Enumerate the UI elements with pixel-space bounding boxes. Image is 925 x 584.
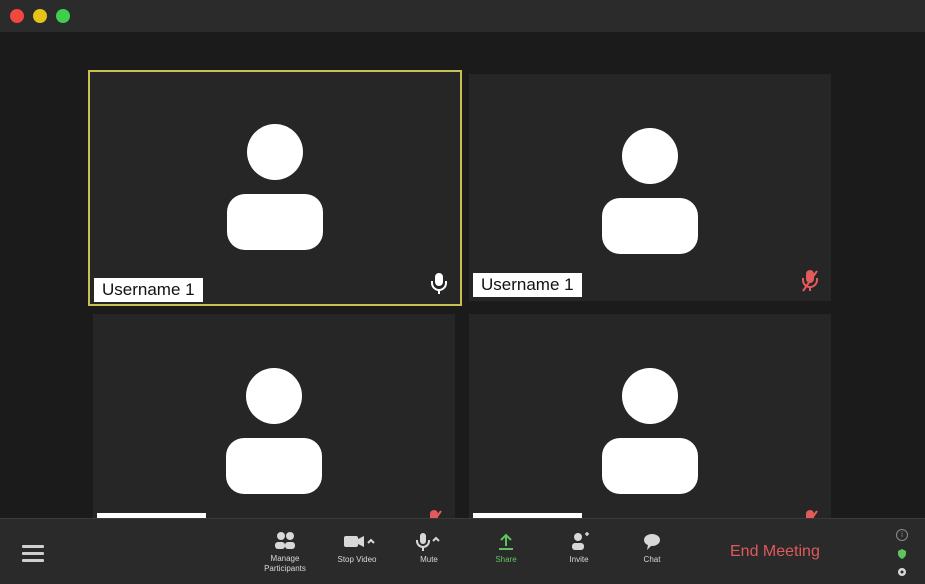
- participant-tile-4[interactable]: Username 1: [469, 314, 831, 541]
- manage-participants-label: Manage Participants: [264, 554, 306, 573]
- participant-tile-3[interactable]: Username 1: [93, 314, 455, 541]
- avatar-placeholder-icon: [226, 368, 322, 494]
- mute-label: Mute: [420, 555, 438, 564]
- participants-icon: [270, 530, 300, 552]
- minimize-window-button[interactable]: [33, 9, 47, 23]
- chat-bubble-icon: [637, 531, 667, 553]
- avatar-head: [246, 368, 302, 424]
- add-user-icon: [564, 531, 594, 553]
- shield-icon[interactable]: [896, 547, 908, 559]
- stop-video-button[interactable]: Stop Video: [330, 527, 384, 577]
- avatar-body: [602, 198, 698, 254]
- meeting-toolbar: Manage Participants Stop Video Mute Shar…: [0, 518, 925, 584]
- share-label: Share: [495, 555, 517, 564]
- close-window-button[interactable]: [10, 9, 24, 23]
- avatar-head: [247, 124, 303, 180]
- maximize-window-button[interactable]: [56, 9, 70, 23]
- title-bar: [0, 0, 925, 32]
- video-grid: Username 1 Username 1: [0, 32, 925, 541]
- avatar-body: [227, 194, 323, 250]
- share-upload-icon: [491, 531, 521, 553]
- mute-button[interactable]: Mute: [408, 527, 450, 577]
- status-icons: i: [895, 525, 909, 579]
- invite-button[interactable]: Invite: [557, 527, 601, 577]
- chat-label: Chat: [643, 555, 661, 564]
- gear-icon[interactable]: [896, 565, 908, 577]
- stop-video-label: Stop Video: [337, 555, 377, 564]
- avatar-placeholder-icon: [227, 124, 323, 250]
- participant-tile-1[interactable]: Username 1: [88, 70, 462, 306]
- avatar-head: [622, 128, 678, 184]
- meeting-window: Username 1 Username 1 Manage Participant…: [0, 0, 925, 584]
- avatar-placeholder-icon: [602, 368, 698, 494]
- menu-icon[interactable]: [22, 543, 44, 563]
- microphone-icon: [414, 531, 444, 553]
- end-meeting-button[interactable]: End Meeting: [730, 541, 820, 563]
- participant-name-label: Username 1: [94, 278, 203, 302]
- video-camera-icon: [342, 531, 375, 553]
- participant-name-label: Username 1: [473, 273, 582, 297]
- avatar-body: [602, 438, 698, 494]
- invite-label: Invite: [569, 555, 589, 564]
- participant-tile-2[interactable]: Username 1: [469, 74, 831, 301]
- avatar-body: [226, 438, 322, 494]
- avatar-placeholder-icon: [602, 128, 698, 254]
- avatar-head: [622, 368, 678, 424]
- share-screen-button[interactable]: Share: [484, 527, 528, 577]
- microphone-icon: [430, 272, 448, 296]
- info-icon[interactable]: i: [896, 529, 908, 541]
- muted-microphone-icon: [801, 269, 819, 293]
- manage-participants-button[interactable]: Manage Participants: [254, 526, 316, 576]
- chat-button[interactable]: Chat: [630, 527, 674, 577]
